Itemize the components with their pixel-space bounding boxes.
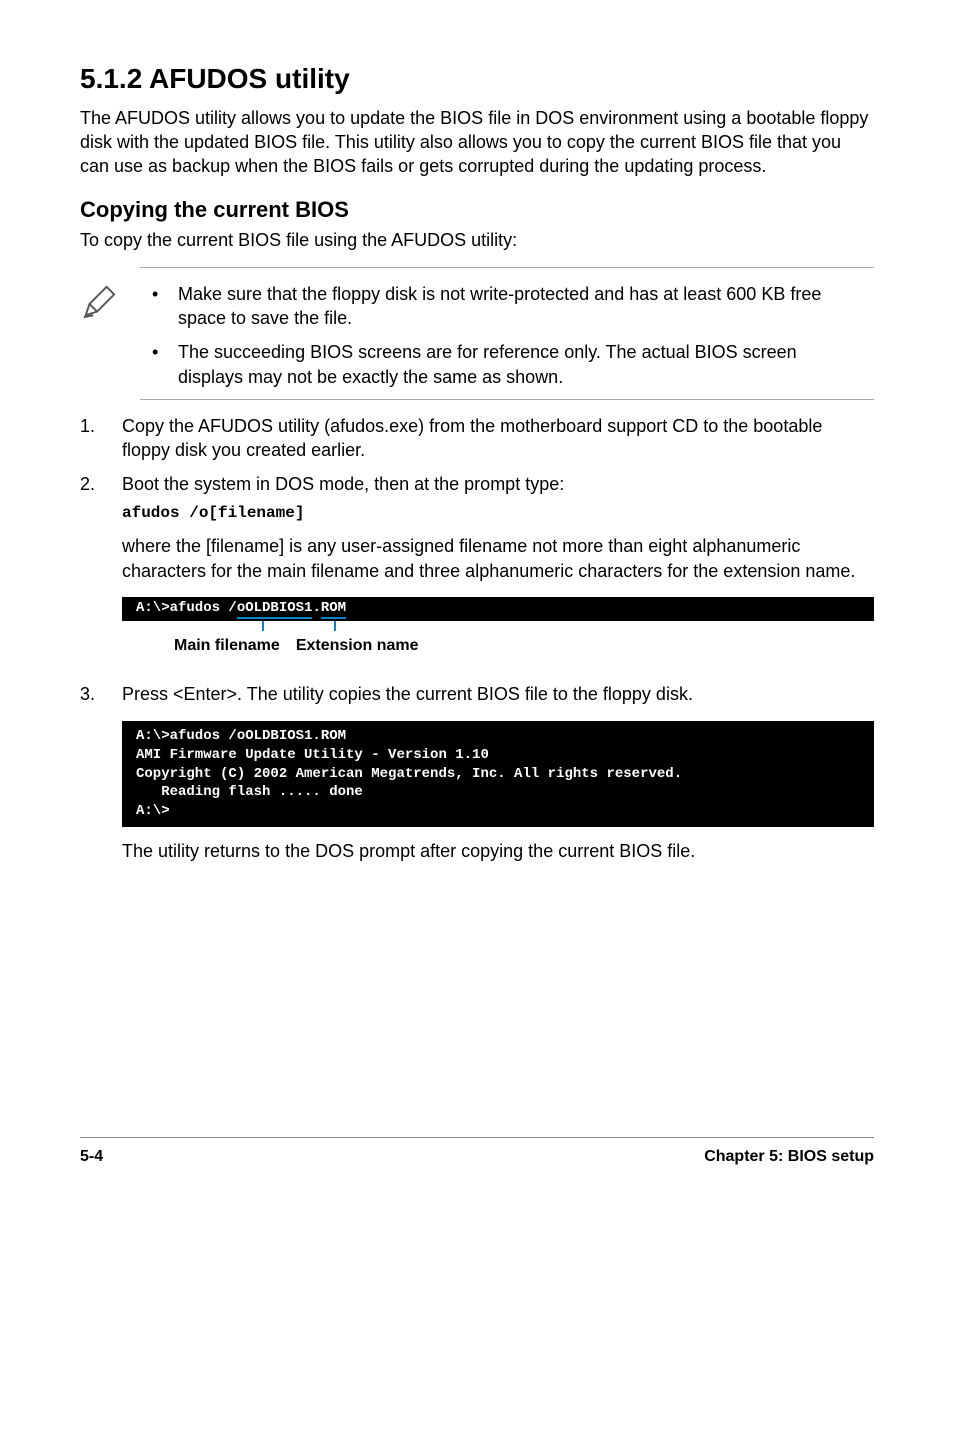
annotation-labels: Main filename Extension name bbox=[122, 635, 874, 657]
step-after-text: where the [filename] is any user-assigne… bbox=[122, 534, 874, 583]
tick-mark bbox=[262, 621, 264, 631]
note-box: • Make sure that the floppy disk is not … bbox=[140, 267, 874, 400]
page-number: 5-4 bbox=[80, 1146, 103, 1168]
bullet-icon: • bbox=[148, 282, 178, 331]
step-number: 1. bbox=[80, 414, 122, 463]
pencil-icon bbox=[80, 267, 140, 327]
bullet-icon: • bbox=[148, 340, 178, 389]
label-main-filename: Main filename bbox=[174, 635, 280, 657]
page-footer: 5-4 Chapter 5: BIOS setup bbox=[80, 1137, 874, 1168]
console-output: A:\>afudos /oOLDBIOS1.ROM bbox=[122, 597, 874, 621]
note-callout: • Make sure that the floppy disk is not … bbox=[80, 267, 874, 400]
console-prefix: A:\>afudos / bbox=[136, 600, 237, 616]
subsection-intro: To copy the current BIOS file using the … bbox=[80, 228, 874, 252]
step-text: Boot the system in DOS mode, then at the… bbox=[122, 472, 874, 496]
note-item: • The succeeding BIOS screens are for re… bbox=[148, 340, 866, 389]
intro-paragraph: The AFUDOS utility allows you to update … bbox=[80, 106, 874, 179]
step-text: Press <Enter>. The utility copies the cu… bbox=[122, 682, 874, 706]
step-text: Copy the AFUDOS utility (afudos.exe) fro… bbox=[122, 414, 874, 463]
chapter-label: Chapter 5: BIOS setup bbox=[704, 1146, 874, 1168]
console-main-filename: oOLDBIOS1 bbox=[237, 600, 313, 619]
annotation-ticks bbox=[136, 625, 874, 635]
tick-mark bbox=[334, 621, 336, 631]
step-item: 1. Copy the AFUDOS utility (afudos.exe) … bbox=[80, 414, 874, 463]
subsection-heading: Copying the current BIOS bbox=[80, 195, 874, 225]
note-text: Make sure that the floppy disk is not wr… bbox=[178, 282, 866, 331]
console-output: A:\>afudos /oOLDBIOS1.ROM AMI Firmware U… bbox=[122, 721, 874, 827]
console-ext: ROM bbox=[321, 600, 346, 619]
label-extension-name: Extension name bbox=[296, 635, 419, 657]
command-code: afudos /o[filename] bbox=[122, 503, 874, 525]
step-number: 2. bbox=[80, 472, 122, 672]
step-after-text: The utility returns to the DOS prompt af… bbox=[122, 839, 874, 863]
step-item: 2. Boot the system in DOS mode, then at … bbox=[80, 472, 874, 672]
section-heading: 5.1.2 AFUDOS utility bbox=[80, 60, 874, 98]
console-dot: . bbox=[312, 600, 320, 616]
step-item: 3. Press <Enter>. The utility copies the… bbox=[80, 682, 874, 877]
note-item: • Make sure that the floppy disk is not … bbox=[148, 282, 866, 331]
note-text: The succeeding BIOS screens are for refe… bbox=[178, 340, 866, 389]
step-number: 3. bbox=[80, 682, 122, 877]
